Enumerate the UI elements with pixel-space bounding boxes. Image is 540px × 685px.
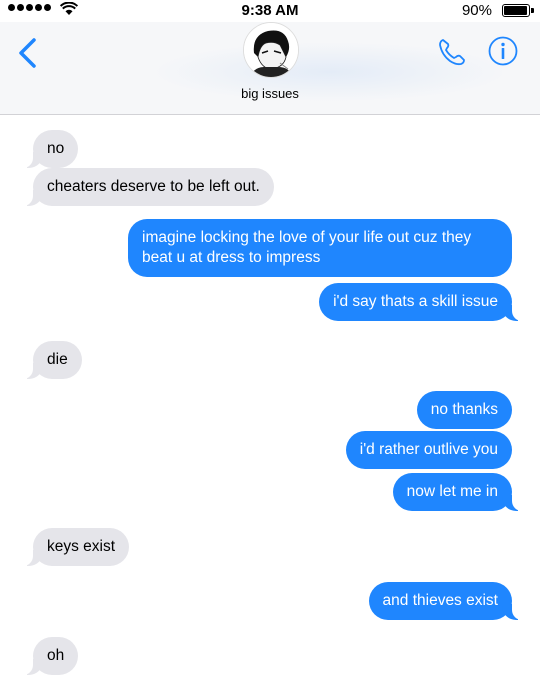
message-incoming[interactable]: cheaters deserve to be left out. [23,168,274,206]
status-time: 9:38 AM [241,2,299,19]
contact-name[interactable]: big issues [0,86,540,101]
phone-icon[interactable] [436,36,468,68]
battery-icon [502,4,534,17]
message-outgoing[interactable]: i'd rather outlive you [345,431,512,469]
battery-percent: 90% [461,2,492,19]
message-outgoing[interactable]: i'd say thats a skill issue [319,283,522,321]
info-icon[interactable] [487,35,519,67]
message-outgoing[interactable]: now let me in [392,473,523,511]
contact-avatar[interactable] [243,22,299,78]
conversation-header: big issues [0,22,540,115]
message-incoming[interactable]: die [23,341,82,379]
message-incoming[interactable]: no [22,130,79,168]
message-incoming[interactable]: oh [22,637,79,675]
message-incoming[interactable]: keys exist [22,528,130,566]
chevron-left-icon[interactable] [14,36,44,70]
message-outgoing[interactable]: no thanks [416,391,512,429]
message-thread[interactable]: no cheaters deserve to be left out. imag… [0,115,540,685]
status-bar: 9:38 AM 90% [0,0,540,22]
message-outgoing[interactable]: and thieves exist [368,582,523,620]
message-outgoing[interactable]: imagine locking the love of your life ou… [128,219,512,277]
